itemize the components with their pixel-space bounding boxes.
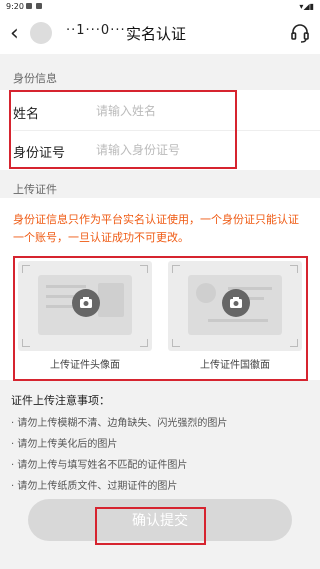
confirm-submit-button[interactable]: 确认提交 xyxy=(28,499,292,541)
page-title: 实名认证 xyxy=(126,25,187,43)
avatar xyxy=(30,22,52,44)
rule-item: · 请勿上传美化后的图片 xyxy=(11,439,118,450)
signal-battery-icon: ▾◢▮ xyxy=(299,2,314,11)
back-caption: 上传证件国徽面 xyxy=(200,360,270,371)
upload-section-label: 上传证件 xyxy=(13,183,57,196)
status-time: 9:20 xyxy=(6,2,24,11)
identity-section-label: 身份信息 xyxy=(13,72,57,85)
upload-card: 身份证信息只作为平台实名认证使用，一个身份证只能认证一个账号，一旦认证成功不可更… xyxy=(0,198,320,380)
upload-notice: 身份证信息只作为平台实名认证使用，一个身份证只能认证一个账号，一旦认证成功不可更… xyxy=(13,213,299,244)
id-front-upload[interactable] xyxy=(18,261,152,351)
id-number-label: 身份证号 xyxy=(13,146,66,161)
rule-item: · 请勿上传与填写姓名不匹配的证件图片 xyxy=(11,460,188,471)
rule-item: · 请勿上传纸质文件、过期证件的图片 xyxy=(11,481,178,492)
notification-icon xyxy=(26,3,32,9)
name-row: 姓名 xyxy=(0,92,320,130)
status-bar: 9:20 ▾◢▮ xyxy=(0,0,320,14)
name-label: 姓名 xyxy=(13,107,40,122)
rules-title: 证件上传注意事项： xyxy=(11,394,110,407)
id-number-input[interactable] xyxy=(96,137,296,163)
notification-icon xyxy=(36,3,42,9)
top-bar: ‹ ··1···0··· 实名认证 xyxy=(0,14,320,54)
name-input[interactable] xyxy=(96,98,296,124)
id-back-upload[interactable] xyxy=(168,261,302,351)
identity-form: 姓名 身份证号 xyxy=(0,90,320,170)
rule-item: · 请勿上传模糊不清、边角缺失、闪光强烈的图片 xyxy=(11,418,228,429)
camera-icon[interactable] xyxy=(72,289,100,317)
customer-service-icon[interactable] xyxy=(290,22,310,44)
camera-icon[interactable] xyxy=(222,289,250,317)
id-number-row: 身份证号 xyxy=(0,131,320,169)
front-caption: 上传证件头像面 xyxy=(50,360,120,371)
